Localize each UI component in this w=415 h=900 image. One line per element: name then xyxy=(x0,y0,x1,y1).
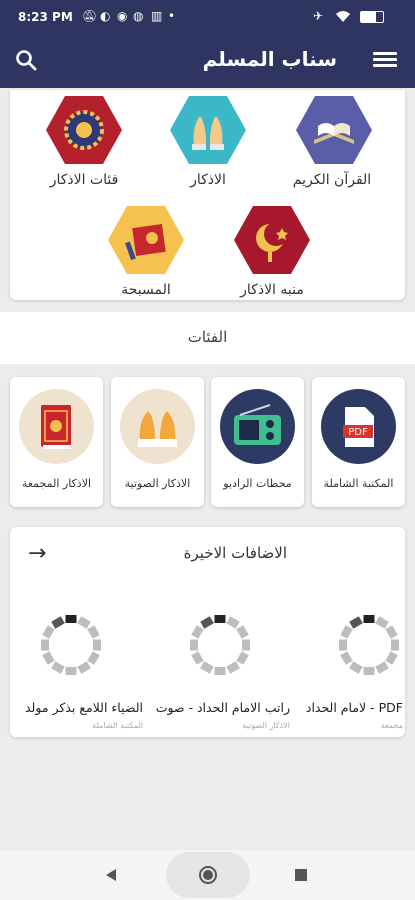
app-title: سناب المسلم xyxy=(202,47,337,71)
airplane-icon: ✈ xyxy=(313,9,324,23)
menu-item-label: فئات الاذكار xyxy=(49,172,119,188)
arrow-right-icon[interactable]: → xyxy=(28,541,46,566)
messenger-icon: ◉ xyxy=(117,9,128,23)
app-notification-icon: ◐ xyxy=(100,9,111,23)
crescent-star-icon xyxy=(234,206,310,274)
category-label: الاذكار الصوتية xyxy=(124,477,191,490)
whatsapp-icon: ◍ xyxy=(133,9,144,23)
categories-title: الفئات xyxy=(187,328,228,346)
loading-spinner-icon xyxy=(339,615,399,675)
status-bar: 8:23 PM 🔕︎ ◐ ◉ ◍ ▥ • ✈ xyxy=(0,0,415,34)
search-icon[interactable] xyxy=(14,48,38,72)
rosette-icon xyxy=(46,96,122,164)
svg-text:PDF: PDF xyxy=(348,427,368,438)
menu-item-label: المسبحة xyxy=(121,282,171,298)
back-triangle-icon[interactable] xyxy=(104,868,118,882)
app-bar: سناب المسلم xyxy=(0,34,415,88)
status-time: 8:23 PM xyxy=(18,10,73,24)
quran-book-icon xyxy=(296,96,372,164)
category-label: محطات الراديو xyxy=(223,477,292,490)
recent-item-subtitle: الاذكار الصوتية xyxy=(242,721,290,730)
loading-spinner-icon xyxy=(190,615,250,675)
mute-icon: 🔕︎ xyxy=(82,9,98,23)
category-label: الاذكار المجمعة xyxy=(21,477,92,490)
recent-title: الاضافات الاخيرة xyxy=(183,544,287,562)
system-nav-bar xyxy=(0,850,415,900)
category-audio-adhkar[interactable]: الاذكار الصوتية xyxy=(111,377,204,507)
category-collected-adhkar[interactable]: الاذكار المجمعة xyxy=(10,377,103,507)
pdf-file-icon: PDF xyxy=(321,389,396,464)
praying-hands-icon xyxy=(170,96,246,164)
recent-item-title: الضياء اللامع بذكر مولد xyxy=(25,700,143,715)
recent-item-title: راتب الامام الحداد - صوت xyxy=(155,700,290,715)
recent-item-subtitle: المكتبة الشاملة xyxy=(92,721,143,730)
menu-item-label: القرآن الكريم xyxy=(292,172,372,188)
praying-hands-icon xyxy=(120,389,195,464)
battery-icon xyxy=(360,11,384,23)
category-label: المكتبة الشاملة xyxy=(323,477,394,490)
radio-icon xyxy=(220,389,295,464)
hamburger-menu-icon[interactable] xyxy=(373,49,397,71)
recents-square-icon[interactable] xyxy=(295,869,307,881)
recent-additions-card: الاضافات الاخيرة → PDF - لامام الحداد مج… xyxy=(10,527,405,737)
wifi-icon xyxy=(336,11,350,22)
prayer-beads-icon xyxy=(108,206,184,274)
category-library[interactable]: PDF المكتبة الشاملة xyxy=(312,377,405,507)
delete-icon: ▥ xyxy=(151,9,163,23)
menu-item-label: الاذكار xyxy=(190,172,226,188)
categories-header: الفئات xyxy=(0,312,415,364)
menu-item-label: منبه الاذكار xyxy=(240,282,304,298)
main-menu-card: القرآن الكريم الاذكار فئات الاذكار منبه … xyxy=(10,90,405,300)
loading-spinner-icon xyxy=(41,615,101,675)
home-circle-icon xyxy=(199,866,217,884)
dot-icon: • xyxy=(168,9,176,23)
category-radio[interactable]: محطات الراديو xyxy=(211,377,304,507)
book-icon xyxy=(19,389,94,464)
home-button[interactable] xyxy=(166,852,250,898)
